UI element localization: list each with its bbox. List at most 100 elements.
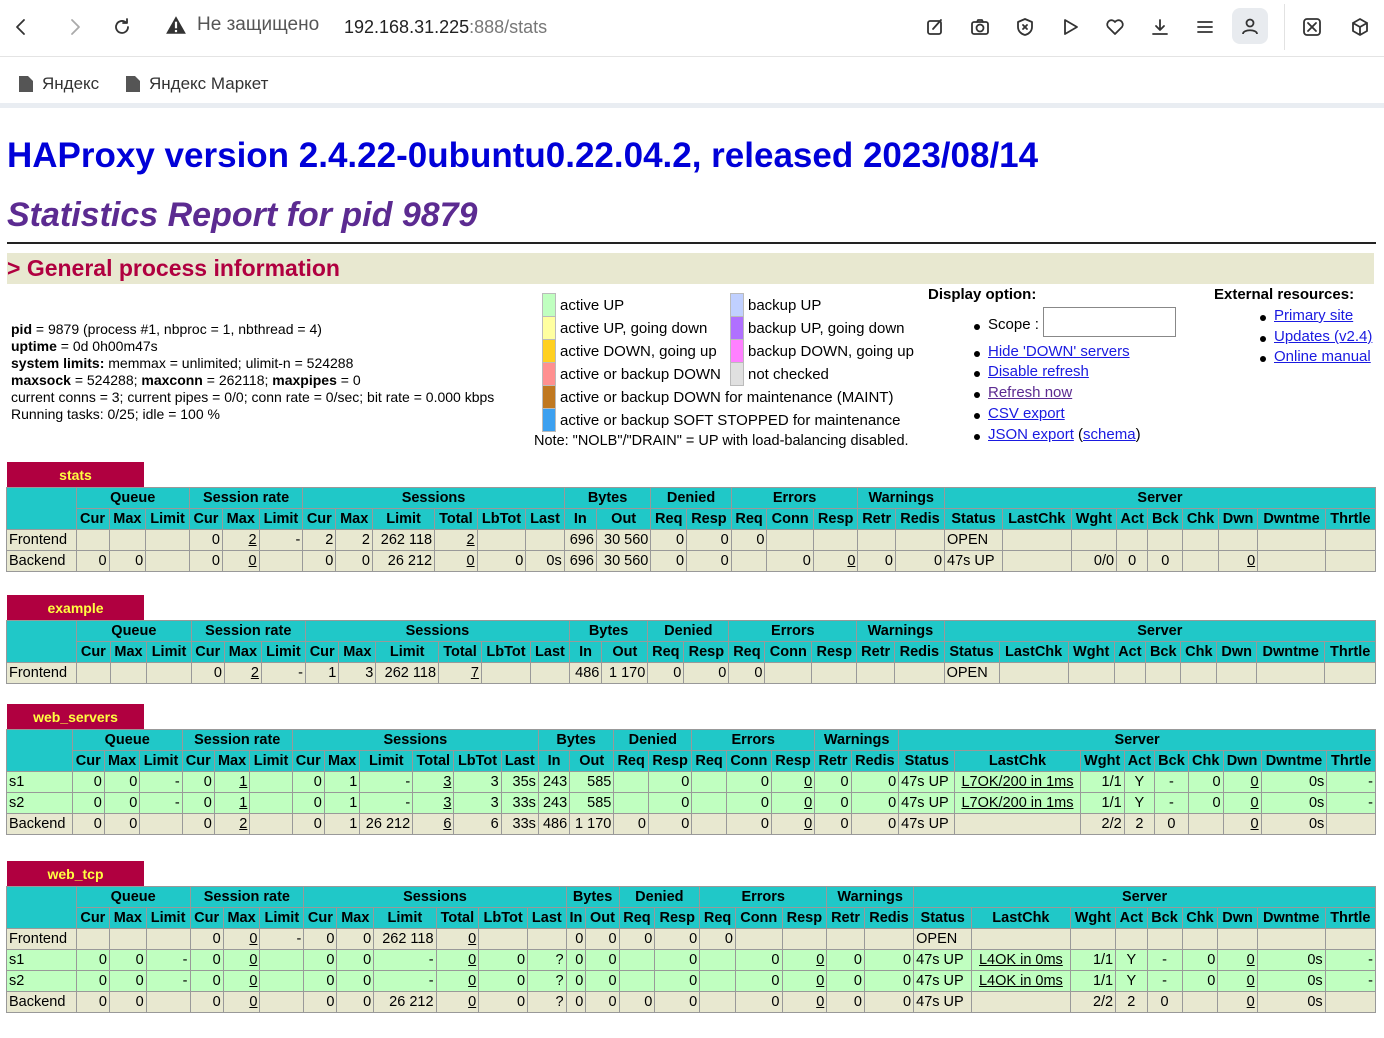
disable-refresh-link[interactable]: Disable refresh: [988, 363, 1089, 380]
column-header: Wght: [1067, 641, 1115, 663]
table-cell: [249, 792, 293, 814]
csv-export-link[interactable]: CSV export: [988, 405, 1065, 422]
column-header: Max: [108, 508, 147, 530]
table-cell: [613, 771, 649, 793]
divider: [7, 242, 1376, 244]
column-header: Retr: [857, 508, 896, 530]
legend-label: active UP: [560, 296, 625, 314]
table-cell: [1145, 662, 1182, 684]
table-cell: 0: [435, 928, 480, 950]
table-cell: 0: [863, 991, 915, 1013]
protect-button[interactable]: [1010, 12, 1040, 42]
menu-button[interactable]: [1190, 12, 1220, 42]
table-row[interactable]: Frontend 0 0-0 0 262 118 0 0 0 0 0 0 OPEN: [6, 928, 1377, 950]
screenshot-button[interactable]: [965, 12, 995, 42]
schema-link[interactable]: schema: [1083, 426, 1136, 443]
table-cell: [1115, 928, 1148, 950]
favorite-button[interactable]: [1100, 12, 1130, 42]
table-row[interactable]: Backend 0 0 0 0 0 0 26 212 0 0 0s 696 30 560 0 0 0 0 0 0 47…: [6, 550, 1377, 572]
legend-item: backup UP: [730, 293, 821, 317]
table-row[interactable]: Frontend 0 2-2 2 262 118 2 696 30 560 0 0 0 OPEN: [6, 529, 1377, 551]
table-cell: -: [1154, 792, 1189, 814]
table-cell: 47s UP: [913, 949, 973, 971]
column-header: Limit: [145, 508, 190, 530]
scope-input[interactable]: [1043, 307, 1176, 337]
table-cell: -: [1326, 792, 1376, 814]
column-header: LbTot: [480, 641, 532, 663]
group-header: Queue: [76, 620, 192, 642]
column-header: Req: [730, 508, 768, 530]
group-header-row: Queue Session rate Sessions Bytes Denied Erro…: [6, 729, 1376, 772]
table-cell: 30 560: [595, 529, 652, 551]
table-row[interactable]: Backend 0 0 0 2 0 1 26 212 6 6 33s 486 1 170 0 0 0 0 0 0 47…: [6, 813, 1376, 835]
table-cell: [476, 529, 527, 551]
table-row[interactable]: Frontend 0 2-1 3 262 118 7 486 1 170 0 0 0 OPEN: [5, 662, 1376, 684]
extension-button[interactable]: [1297, 12, 1327, 42]
extensions-button[interactable]: [1345, 12, 1375, 42]
forward-button[interactable]: [60, 12, 90, 42]
group-header: Queue: [71, 729, 183, 751]
table-row[interactable]: s2 0 0-0 1 0 1-3 3 33s 243 585 0 0 0 0 0 47s UP L7OK/200…: [6, 792, 1376, 814]
table-cell: 0: [686, 529, 732, 551]
reload-button[interactable]: [107, 12, 137, 42]
column-header: Last: [530, 641, 570, 663]
table-cell: [1067, 662, 1115, 684]
edit-icon: [927, 19, 942, 35]
column-header: Status: [944, 508, 1003, 530]
table-row[interactable]: Backend 0 0 0 0 0 0 26 212 0 0? 0 0 0 0 0 0 0 0 47s UP 2/2 2…: [6, 991, 1377, 1013]
address-bar[interactable]: 192.168.31.225:888/stats: [344, 17, 547, 38]
json-export-link[interactable]: JSON export: [988, 426, 1074, 443]
bookmark-label: Яндекс: [42, 74, 100, 93]
legend-item: active or backup DOWN: [542, 362, 721, 386]
column-header: Resp: [683, 641, 730, 663]
proxy-title[interactable]: stats: [7, 462, 144, 487]
table-row[interactable]: s2 0 0-0 0 0 0-0 0? 0 0 0 0 0 0 0 47s UP L4OK in 0ms 1/1…: [6, 970, 1377, 992]
table-cell: 0: [1154, 813, 1189, 835]
table-cell: 0s: [1256, 949, 1326, 971]
column-header: Max: [222, 907, 261, 929]
bookmark-yandex-market[interactable]: Яндекс Маркет: [125, 74, 268, 94]
online-manual-link[interactable]: Online manual: [1274, 348, 1371, 365]
table-cell: 0: [1187, 792, 1224, 814]
refresh-now-link[interactable]: Refresh now: [988, 384, 1072, 401]
proxy-title[interactable]: web_tcp: [7, 861, 144, 886]
edit-button[interactable]: [920, 12, 950, 42]
column-header: Conn: [766, 508, 814, 530]
table-cell: [766, 529, 814, 551]
bookmark-yandex[interactable]: Яндекс: [18, 74, 99, 94]
table-cell: 0: [1146, 991, 1183, 1013]
proxy-title[interactable]: example: [7, 595, 144, 620]
hide-down-link[interactable]: Hide 'DOWN' servers: [988, 343, 1130, 360]
table-cell: 0s: [1256, 991, 1326, 1013]
column-header: Act: [1123, 750, 1156, 772]
table-row[interactable]: s1 0 0-0 1 0 1-3 3 35s 243 585 0 0 0 0 0 47s UP L7OK/200…: [6, 771, 1376, 793]
table-cell: [1181, 991, 1219, 1013]
proxy-title[interactable]: web_servers: [7, 704, 144, 729]
back-button[interactable]: [6, 12, 36, 42]
table-cell: 0: [826, 949, 865, 971]
downloads-button[interactable]: [1145, 12, 1175, 42]
primary-site-link[interactable]: Primary site: [1274, 307, 1353, 324]
column-header: Max: [103, 750, 141, 772]
table-cell: [1324, 662, 1376, 684]
legend-swatch: [730, 339, 744, 363]
updates-link[interactable]: Updates (v2.4): [1274, 328, 1372, 345]
table-cell: [108, 529, 147, 551]
table-cell: 0: [618, 991, 656, 1013]
table-cell: -: [1324, 949, 1377, 971]
table-row[interactable]: s1 0 0-0 0 0 0-0 0? 0 0 0 0 0 0 0 47s UP L4OK in 0ms 1/1…: [6, 949, 1377, 971]
table-cell: [1070, 529, 1118, 551]
table-cell: 0: [585, 928, 620, 950]
table-cell: 0: [181, 813, 215, 835]
column-header: Max: [223, 641, 262, 663]
security-indicator[interactable]: Не защищено: [165, 14, 319, 36]
table-cell: 3: [412, 771, 455, 793]
heart-icon: [1106, 19, 1124, 35]
group-header-row: Queue Session rate Sessions Bytes Denied Erro…: [5, 620, 1377, 663]
profile-button[interactable]: [1232, 8, 1268, 44]
column-header: Act: [1116, 508, 1149, 530]
play-button[interactable]: [1055, 12, 1085, 42]
table-cell: [75, 529, 110, 551]
info-key: pid: [11, 321, 32, 337]
column-header: Redis: [863, 907, 915, 929]
